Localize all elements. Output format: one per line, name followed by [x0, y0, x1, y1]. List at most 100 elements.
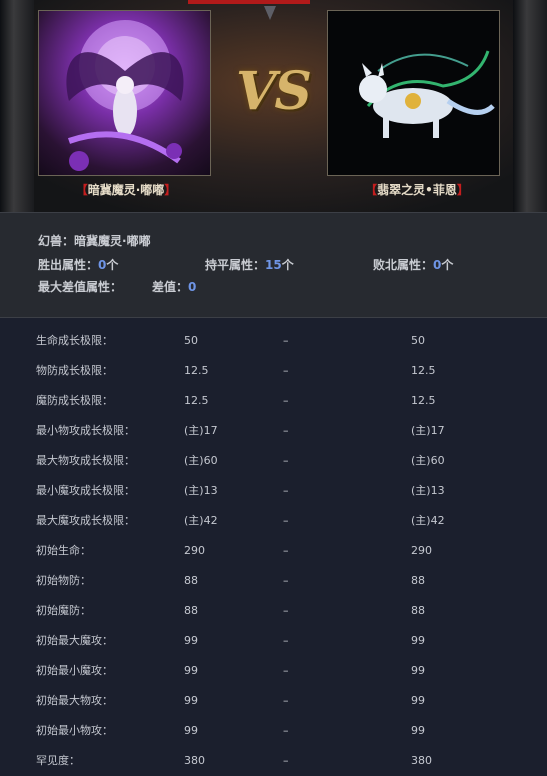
table-row: 魔防成长极限： 12.5 – 12.5 — [0, 386, 547, 416]
table-row: 最小魔攻成长极限： (主)13 – (主)13 — [0, 476, 547, 506]
left-value: 99 — [184, 724, 198, 737]
tie-label: 持平属性： — [205, 258, 266, 272]
bracket-close: 】 — [164, 183, 177, 197]
table-row: 初始最小物攻： 99 – 99 — [0, 716, 547, 746]
left-value: (主)42 — [184, 514, 218, 527]
right-pet-name-plate: 【翡翠之灵•菲恩】 — [337, 180, 497, 200]
top-red-strip — [188, 0, 310, 4]
pet-label: 幻兽： — [38, 234, 75, 248]
left-value: (主)17 — [184, 424, 218, 437]
table-row: 罕见度： 380 – 380 — [0, 746, 547, 776]
right-value: 380 — [411, 754, 432, 767]
left-value: 99 — [184, 664, 198, 677]
right-value: (主)60 — [411, 454, 445, 467]
difference-value: – — [283, 694, 289, 707]
table-row: 最大魔攻成长极限： (主)42 – (主)42 — [0, 506, 547, 536]
left-pillar-decoration — [0, 0, 34, 212]
right-value: 99 — [411, 694, 425, 707]
tie-unit: 个 — [281, 258, 294, 272]
bracket-close: 】 — [456, 183, 469, 197]
attribute-label: 初始物防： — [36, 574, 91, 587]
attribute-label: 初始生命： — [36, 544, 91, 557]
table-row: 物防成长极限： 12.5 – 12.5 — [0, 356, 547, 386]
left-value: (主)60 — [184, 454, 218, 467]
left-value: 290 — [184, 544, 205, 557]
difference-value: – — [283, 574, 289, 587]
ornament-icon — [264, 6, 276, 20]
difference-value: – — [283, 514, 289, 527]
right-value: 88 — [411, 604, 425, 617]
attribute-table: 生命成长极限： 50 – 50 物防成长极限： 12.5 – 12.5 魔防成长极限： 12.… — [0, 326, 547, 776]
attribute-label: 初始最大魔攻： — [36, 634, 113, 647]
right-value: 99 — [411, 724, 425, 737]
dark-wing-pet-icon — [66, 20, 184, 171]
left-value: 380 — [184, 754, 205, 767]
right-value: 99 — [411, 634, 425, 647]
difference-value: – — [283, 364, 289, 377]
max-diff-stat: 最大差值属性： — [38, 279, 122, 295]
attribute-label: 初始最大物攻： — [36, 694, 113, 707]
left-pet-name-plate: 【暗冀魔灵·嘟嘟】 — [46, 180, 206, 200]
left-value: 99 — [184, 694, 198, 707]
attribute-label: 最小物攻成长极限： — [36, 424, 135, 437]
pet-line: 幻兽：暗冀魔灵·嘟嘟 — [38, 233, 151, 249]
diff-stat: 差值：0 — [152, 279, 196, 295]
emerald-spirit-pet-icon — [359, 50, 495, 138]
difference-value: – — [283, 724, 289, 737]
right-value: (主)17 — [411, 424, 445, 437]
attribute-label: 初始最小物攻： — [36, 724, 113, 737]
difference-value: – — [283, 754, 289, 767]
win-label: 胜出属性： — [38, 258, 99, 272]
attribute-label: 物防成长极限： — [36, 364, 113, 377]
left-pet-name: 暗冀魔灵·嘟嘟 — [87, 183, 165, 197]
pet-name: 暗冀魔灵·嘟嘟 — [74, 234, 151, 248]
left-value: (主)13 — [184, 484, 218, 497]
left-value: 88 — [184, 604, 198, 617]
table-row: 初始最大魔攻： 99 – 99 — [0, 626, 547, 656]
right-value: 12.5 — [411, 364, 436, 377]
attribute-label: 最大魔攻成长极限： — [36, 514, 135, 527]
difference-value: – — [283, 634, 289, 647]
table-row: 最大物攻成长极限： (主)60 – (主)60 — [0, 446, 547, 476]
right-value: 290 — [411, 544, 432, 557]
left-value: 99 — [184, 634, 198, 647]
attribute-label: 生命成长极限： — [36, 334, 113, 347]
tie-stat: 持平属性：15个 — [205, 257, 294, 273]
attribute-label: 初始魔防： — [36, 604, 91, 617]
right-value: 88 — [411, 574, 425, 587]
right-pet-name: 翡翠之灵•菲恩 — [377, 183, 457, 197]
vs-label: VS — [236, 61, 312, 122]
table-row: 初始最大物攻： 99 – 99 — [0, 686, 547, 716]
table-row: 初始最小魔攻： 99 – 99 — [0, 656, 547, 686]
diff-value: 0 — [188, 280, 197, 294]
comparison-banner: VS 【暗冀魔灵·嘟嘟】 【翡翠之灵•菲恩】 — [0, 0, 547, 212]
right-value: 99 — [411, 664, 425, 677]
attribute-label: 初始最小魔攻： — [36, 664, 113, 677]
table-row: 初始生命： 290 – 290 — [0, 536, 547, 566]
table-row: 最小物攻成长极限： (主)17 – (主)17 — [0, 416, 547, 446]
attribute-label: 最小魔攻成长极限： — [36, 484, 135, 497]
bracket-open: 【 — [75, 183, 88, 197]
lose-unit: 个 — [441, 258, 454, 272]
comparison-summary: 幻兽：暗冀魔灵·嘟嘟 胜出属性： 0 个 持平属性：15个 败北属性：0个 最大差值… — [0, 212, 547, 318]
attribute-label: 魔防成长极限： — [36, 394, 113, 407]
left-value: 88 — [184, 574, 198, 587]
bracket-open: 【 — [365, 183, 378, 197]
lose-label: 败北属性： — [373, 258, 434, 272]
difference-value: – — [283, 334, 289, 347]
table-row: 生命成长极限： 50 – 50 — [0, 326, 547, 356]
max-diff-label: 最大差值属性： — [38, 280, 123, 294]
difference-value: – — [283, 664, 289, 677]
right-value: (主)13 — [411, 484, 445, 497]
difference-value: – — [283, 544, 289, 557]
win-unit: 个 — [106, 258, 119, 272]
right-pet-portrait[interactable] — [327, 10, 500, 176]
left-pet-portrait[interactable] — [38, 10, 211, 176]
difference-value: – — [283, 424, 289, 437]
right-value: (主)42 — [411, 514, 445, 527]
attribute-label: 罕见度： — [36, 754, 80, 767]
right-value: 12.5 — [411, 394, 436, 407]
lose-stat: 败北属性：0个 — [373, 257, 453, 273]
table-row: 初始魔防： 88 – 88 — [0, 596, 547, 626]
right-value: 50 — [411, 334, 425, 347]
